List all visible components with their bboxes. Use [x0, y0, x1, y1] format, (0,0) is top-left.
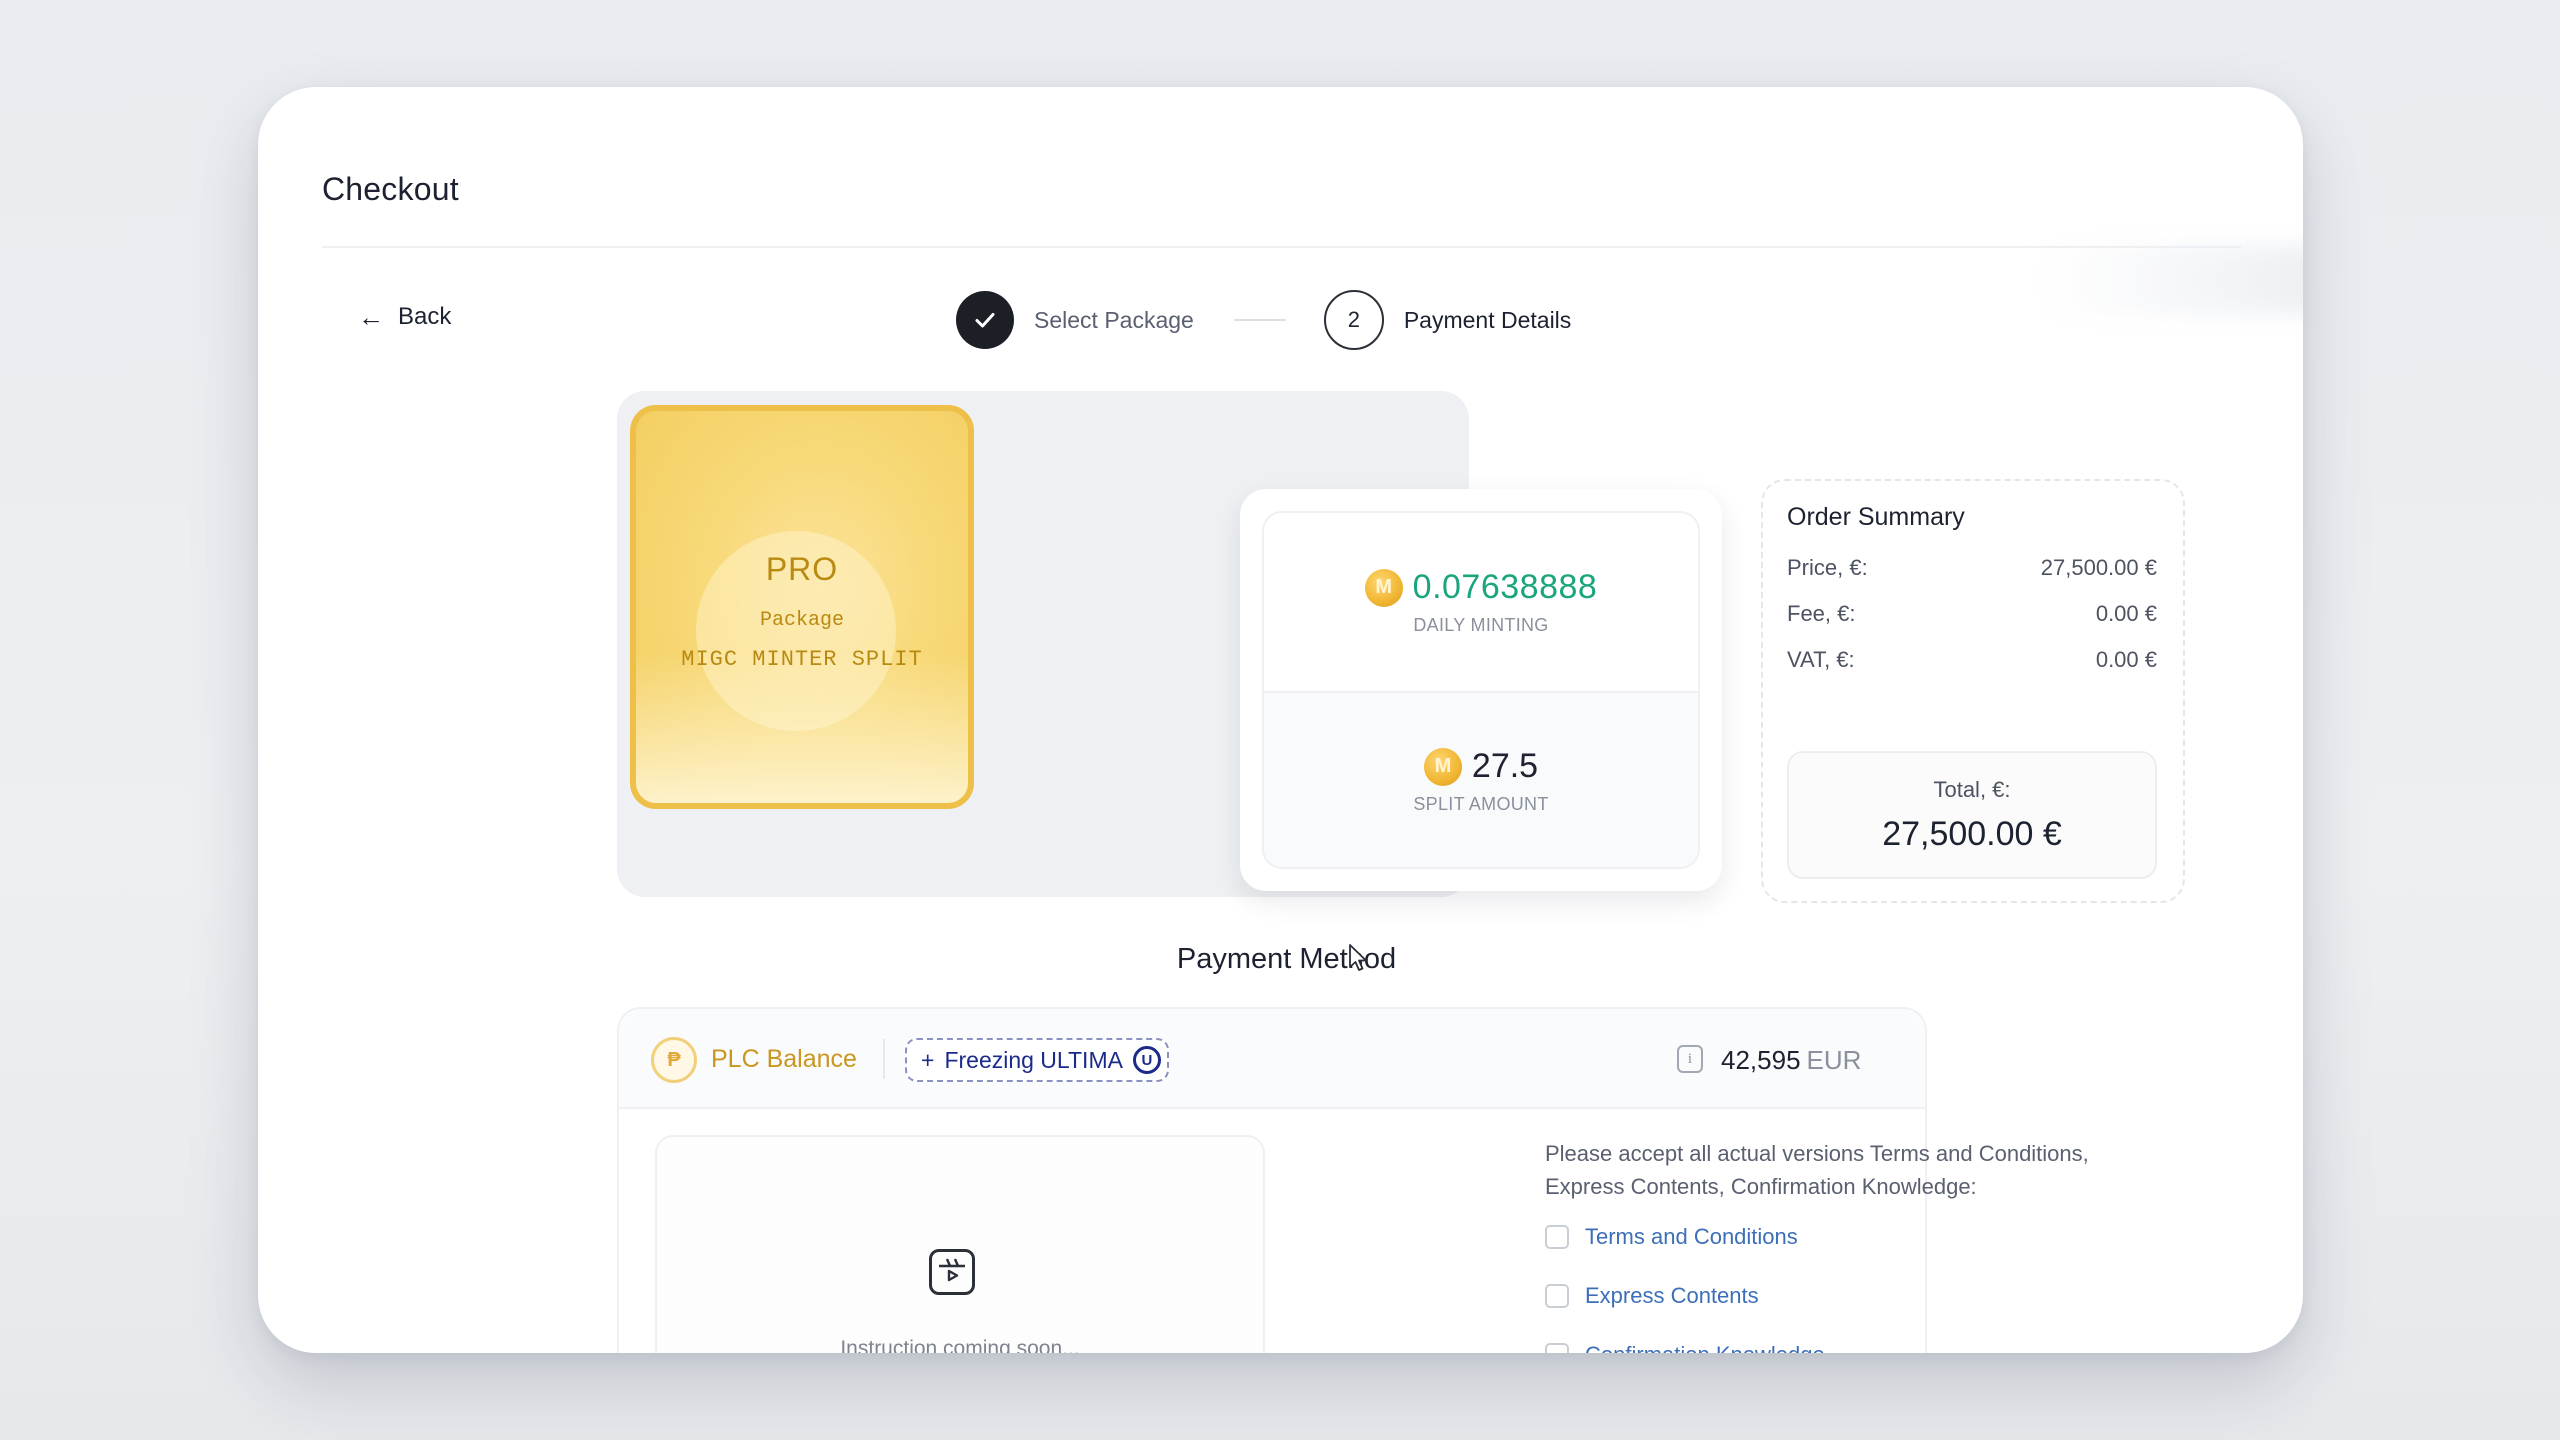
confirmation-knowledge-link[interactable]: Confirmation Knowledge	[1585, 1342, 1825, 1353]
instruction-text: Instruction coming soon...	[840, 1337, 1080, 1353]
summary-value: 27,500.00 €	[2040, 555, 2157, 580]
step-number-badge: 2	[1323, 290, 1384, 350]
package-tier: PRO	[765, 551, 839, 587]
plc-coin-icon: ₱	[651, 1037, 697, 1083]
info-icon[interactable]: i	[1677, 1045, 1703, 1073]
terms-checkbox-row[interactable]: Terms and Conditions	[1545, 1224, 1798, 1250]
migc-coin-icon: M	[1423, 747, 1462, 786]
checkout-window: Checkout ← Back Select Package 2 Payment…	[258, 87, 2303, 1353]
balance-amount: 42,595	[1721, 1045, 1801, 1075]
express-contents-checkbox[interactable]	[1545, 1284, 1569, 1308]
package-card: PRO Package MIGC MINTER SPLIT	[630, 405, 974, 809]
plc-balance-option[interactable]: PLC Balance	[711, 1045, 857, 1074]
video-play-icon	[929, 1249, 975, 1295]
step-payment-details: Payment Details	[1403, 306, 1572, 333]
express-contents-checkbox-row[interactable]: Express Contents	[1545, 1283, 1759, 1309]
confirmation-knowledge-checkbox[interactable]	[1545, 1343, 1569, 1353]
payment-method-panel: ₱ PLC Balance + Freezing ULTIMA U i 42,5…	[617, 1007, 2089, 1353]
ultima-coin-icon: U	[1132, 1046, 1161, 1074]
payment-method-header: ₱ PLC Balance + Freezing ULTIMA U i 42,5…	[619, 1009, 1925, 1109]
header-separator	[883, 1039, 885, 1079]
balance-currency: EUR	[1806, 1045, 1862, 1075]
summary-row-vat: VAT, €: 0.00 €	[1787, 647, 2157, 673]
migc-coin-icon: M	[1364, 568, 1403, 607]
daily-minting-value: 0.07638888	[1412, 568, 1598, 606]
step-select-package: Select Package	[1034, 306, 1194, 333]
package-stats-card: M 0.07638888 DAILY MINTING M 27.5 SPLIT …	[1240, 489, 1722, 891]
split-amount-value: 27.5	[1471, 747, 1539, 785]
checkout-stepper: Select Package 2 Payment Details	[956, 290, 1571, 350]
plus-icon: +	[921, 1046, 935, 1073]
split-amount-stat: M 27.5 SPLIT AMOUNT	[1264, 693, 1698, 867]
freezing-ultima-button[interactable]: + Freezing ULTIMA U	[905, 1038, 1169, 1082]
header-divider	[322, 246, 2241, 248]
terms-acceptance-text: Please accept all actual versions Terms …	[1545, 1141, 2089, 1199]
summary-label: Fee, €:	[1787, 601, 1856, 626]
order-summary: Order Summary Price, €: 27,500.00 € Fee,…	[1761, 479, 2185, 903]
page-title: Checkout	[322, 171, 459, 207]
instruction-video-placeholder: Instruction coming soon...	[655, 1135, 1265, 1353]
summary-label: Price, €:	[1787, 555, 1868, 580]
check-icon	[956, 291, 1014, 349]
total-box: Total, €: 27,500.00 €	[1787, 751, 2157, 879]
daily-minting-stat: M 0.07638888 DAILY MINTING	[1264, 513, 1698, 693]
terms-link[interactable]: Terms and Conditions	[1585, 1224, 1798, 1250]
order-summary-title: Order Summary	[1787, 503, 1965, 531]
summary-value: 0.00 €	[2095, 647, 2157, 672]
total-label: Total, €:	[1933, 777, 2011, 802]
summary-row-fee: Fee, €: 0.00 €	[1787, 601, 2157, 627]
arrow-left-icon: ←	[358, 302, 384, 332]
summary-row-price: Price, €: 27,500.00 €	[1787, 555, 2157, 581]
freeze-label: Freezing ULTIMA	[944, 1046, 1123, 1073]
daily-minting-label: DAILY MINTING	[1413, 615, 1549, 635]
summary-label: VAT, €:	[1787, 647, 1855, 672]
back-button[interactable]: ← Back	[358, 303, 451, 331]
mouse-pointer-icon	[1348, 943, 1370, 978]
confirmation-knowledge-checkbox-row[interactable]: Confirmation Knowledge	[1545, 1342, 1825, 1353]
balance-display: 42,595 EUR	[1721, 1045, 1861, 1076]
step-connector	[1233, 319, 1286, 321]
back-label: Back	[398, 303, 452, 330]
summary-value: 0.00 €	[2095, 601, 2157, 626]
payment-method-title: Payment Method	[1176, 943, 1397, 975]
total-value: 27,500.00 €	[1882, 815, 2062, 853]
terms-checkbox[interactable]	[1545, 1225, 1569, 1249]
split-amount-label: SPLIT AMOUNT	[1413, 794, 1549, 814]
express-contents-link[interactable]: Express Contents	[1585, 1283, 1759, 1309]
package-subtitle: Package	[759, 609, 844, 632]
package-name: MIGC MINTER SPLIT	[681, 647, 923, 672]
